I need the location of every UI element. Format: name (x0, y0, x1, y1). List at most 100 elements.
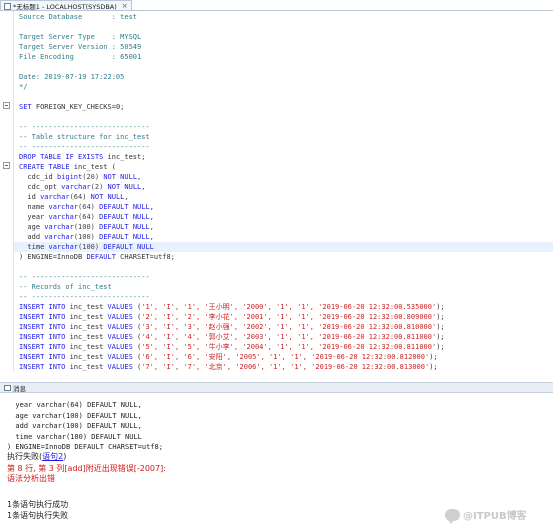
message-panel-title[interactable]: 消息 (13, 383, 26, 393)
code-line[interactable]: DROP TABLE IF EXISTS inc_test; (19, 152, 145, 162)
code-line[interactable]: SET FOREIGN_KEY_CHECKS=0; (19, 102, 124, 112)
code-line[interactable]: -- ---------------------------- (19, 272, 150, 282)
watermark-text: @ITPUB博客 (463, 511, 527, 522)
code-line[interactable]: cdc_id bigint(20) NOT NULL, (19, 172, 141, 182)
execution-failed-line: 执行失败(语句2) (7, 452, 66, 462)
code-line[interactable]: -- Records of inc_test (19, 282, 112, 292)
code-token: ( (132, 363, 142, 371)
code-token: '7', 'I', '7', '北京', '2006', '1', '1', '… (141, 363, 430, 371)
code-line[interactable]: INSERT INTO inc_test VALUES ('2', 'I', '… (19, 312, 445, 322)
code-line[interactable]: File Encoding : 65001 (19, 52, 141, 62)
code-token: ); (436, 313, 445, 321)
code-line[interactable]: id varchar(64) NOT NULL, (19, 192, 128, 202)
code-token: '4', 'I', '4', '郭小艾', '2003', '1', '1', … (141, 333, 437, 341)
code-line[interactable]: Source Database : test (19, 12, 137, 22)
code-token: ( (132, 353, 142, 361)
code-token: VALUES (107, 303, 133, 311)
code-line[interactable]: -- ---------------------------- (19, 142, 150, 152)
error-detail-text: 语法分析出错 (7, 474, 55, 483)
code-line[interactable]: name varchar(64) DEFAULT NULL, (19, 202, 153, 212)
code-token: inc_test (65, 363, 108, 371)
code-token: (100) (73, 223, 95, 231)
code-token: '5', 'I', '5', '牛小李', '2004', '1', '1', … (141, 343, 437, 351)
code-token: ); (429, 353, 438, 361)
code-token: ( (132, 333, 142, 341)
code-token: VALUES (107, 363, 133, 371)
code-token: FOREIGN_KEY_CHECKS=0; (31, 103, 125, 111)
code-token: inc_test (65, 353, 108, 361)
code-line[interactable]: ) ENGINE=InnoDB DEFAULT CHARSET=utf8; (19, 252, 175, 262)
code-line[interactable]: year varchar(64) DEFAULT NULL, (19, 212, 154, 222)
message-line: age varchar(100) DEFAULT NULL, (7, 411, 142, 420)
code-token: bigint (56, 173, 83, 181)
code-token: VALUES (107, 333, 133, 341)
code-line[interactable]: -- ---------------------------- (19, 122, 150, 132)
code-token: , (137, 173, 142, 181)
fold-toggle-icon[interactable] (3, 162, 10, 169)
code-token: NOT NULL (90, 193, 125, 201)
code-line[interactable]: -- ---------------------------- (19, 292, 150, 302)
code-line[interactable]: add varchar(100) DEFAULT NULL, (19, 232, 153, 242)
code-line[interactable]: Date: 2019-07-19 17:22:05 (19, 72, 124, 82)
code-line[interactable]: Target Server Version : 50549 (19, 42, 141, 52)
code-token: , (149, 213, 154, 221)
sql-editor[interactable]: Source Database : test Target Server Type… (0, 11, 553, 372)
code-token: ) ENGINE=InnoDB (19, 253, 87, 261)
code-token: INSERT INTO (19, 343, 66, 351)
code-line[interactable]: INSERT INTO inc_test VALUES ('1', 'I', '… (19, 302, 445, 312)
code-token: time (19, 243, 49, 251)
code-line[interactable]: INSERT INTO inc_test VALUES ('3', 'I', '… (19, 322, 445, 332)
code-token: id (19, 193, 41, 201)
code-line[interactable]: */ (19, 82, 27, 92)
code-token: DEFAULT NULL (103, 243, 154, 251)
code-token: '6', 'I', '6', '安阳', '2005', '1', '1', '… (141, 353, 430, 361)
code-token: varchar (44, 223, 74, 231)
code-token: -- ---------------------------- (19, 273, 150, 281)
code-token: DROP TABLE IF EXISTS (19, 153, 104, 161)
code-line[interactable]: INSERT INTO inc_test VALUES ('5', 'I', '… (19, 342, 445, 352)
message-line: ) ENGINE=InnoDB DEFAULT CHARSET=utf8; (7, 443, 163, 451)
editor-tab-bar: *无标题1 - LOCALHOST(SYSDBA) × (0, 0, 553, 11)
code-token: '3', 'I', '3', '赵小强', '2002', '1', '1', … (141, 323, 437, 331)
fail-suffix: ) (63, 452, 67, 461)
code-token: ( (132, 303, 142, 311)
message-panel-header: 消息 (0, 382, 553, 393)
fail-prefix: 执行失败( (7, 452, 43, 461)
code-line[interactable]: -- Table structure for inc_test (19, 132, 150, 142)
code-token: year (19, 213, 49, 221)
code-token: , (149, 223, 154, 231)
code-line[interactable]: INSERT INTO inc_test VALUES ('7', 'I', '… (19, 362, 438, 372)
code-token: -- ---------------------------- (19, 123, 150, 131)
success-count-text: 1条语句执行成功 (7, 500, 69, 509)
code-token: (64) (69, 193, 87, 201)
code-token: inc_test (65, 333, 108, 341)
code-token: varchar (44, 233, 74, 241)
code-line[interactable]: INSERT INTO inc_test VALUES ('4', 'I', '… (19, 332, 445, 342)
code-token: varchar (40, 193, 70, 201)
code-token: inc_test (65, 343, 108, 351)
code-token: DEFAULT NULL (99, 223, 150, 231)
code-token: File Encoding : 65001 (19, 53, 142, 61)
code-line[interactable]: Target Server Type : MYSQL (19, 32, 141, 42)
code-token: '2', 'I', '2', '李小花', '2001', '1', '1', … (141, 313, 437, 321)
code-token: ( (132, 323, 142, 331)
code-token: (2) (90, 183, 104, 191)
code-token: (100) (78, 243, 100, 251)
failed-statement-link[interactable]: 语句2 (42, 452, 63, 461)
code-token: add (19, 233, 45, 241)
code-token: ); (436, 323, 445, 331)
code-token: (20) (82, 173, 100, 181)
code-line[interactable]: INSERT INTO inc_test VALUES ('6', 'I', '… (19, 352, 438, 362)
close-icon[interactable]: × (122, 2, 128, 10)
code-line[interactable]: CREATE TABLE inc_test ( (19, 162, 116, 172)
code-token: VALUES (107, 323, 133, 331)
code-line[interactable]: age varchar(100) DEFAULT NULL, (19, 222, 154, 232)
code-token: DEFAULT NULL (99, 213, 150, 221)
code-line[interactable]: cdc_opt varchar(2) NOT NULL, (19, 182, 145, 192)
fold-toggle-icon[interactable] (3, 102, 10, 109)
code-token: inc_test (65, 313, 108, 321)
code-line[interactable]: time varchar(100) DEFAULT NULL (19, 242, 154, 252)
watermark: @ITPUB博客 (445, 507, 527, 524)
code-token: varchar (61, 183, 91, 191)
code-token: INSERT INTO (19, 323, 66, 331)
